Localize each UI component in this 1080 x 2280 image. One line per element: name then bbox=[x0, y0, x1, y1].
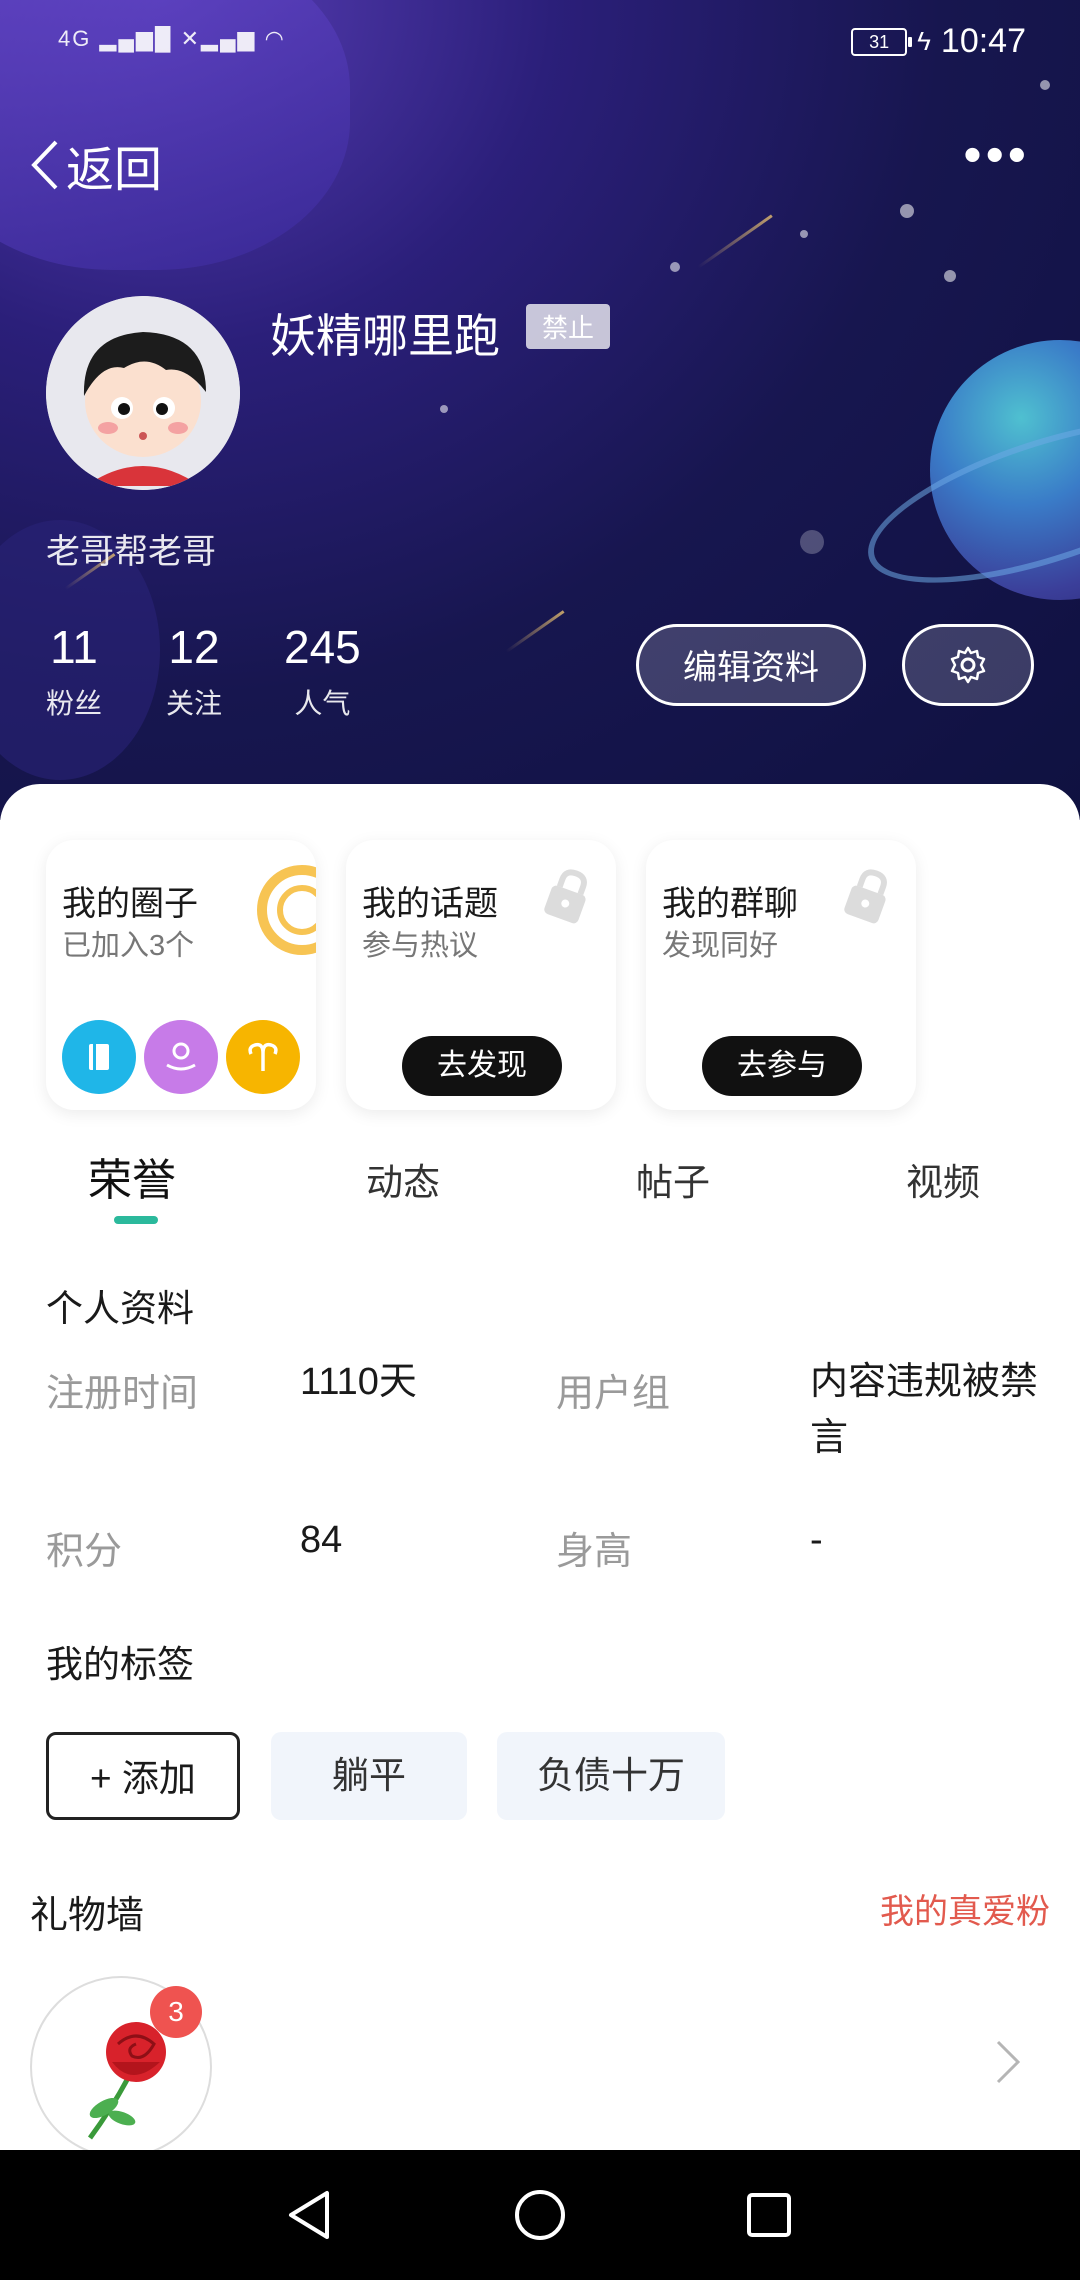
stat-label: 人气 bbox=[294, 688, 351, 719]
circles-card[interactable]: 我的圈子 已加入3个 bbox=[46, 840, 316, 1110]
triangle-back-icon bbox=[289, 2191, 329, 2239]
gift-wall-title: 礼物墙 bbox=[30, 1895, 145, 1937]
back-button[interactable]: 返回 bbox=[30, 130, 162, 200]
register-time-value: 1110天 bbox=[300, 1361, 417, 1403]
stat-popularity[interactable]: 245 人气 bbox=[284, 620, 361, 722]
card-subtitle: 参与热议 bbox=[362, 930, 479, 962]
book-icon[interactable] bbox=[62, 1020, 136, 1094]
network-label: 4G bbox=[58, 26, 92, 51]
stat-following[interactable]: 12 关注 bbox=[166, 620, 222, 722]
signal-indicator: 4G ▂▄▆█ ✕▂▄▆ ◠ bbox=[58, 26, 286, 52]
wifi-icon: ◠ bbox=[264, 26, 286, 51]
stat-label: 关注 bbox=[166, 688, 223, 719]
user-signature: 老哥帮老哥 bbox=[46, 533, 216, 571]
user-group-value: 内容违规被禁言 bbox=[810, 1361, 1039, 1459]
battery-icon: 31 bbox=[851, 27, 913, 56]
system-nav-bar bbox=[0, 2150, 1080, 2280]
profile-content: 我的圈子 已加入3个 我的话题 参与热议 去发现 我的群聊 发现同好 去参与 荣… bbox=[0, 784, 1080, 2158]
meteor-decor bbox=[697, 214, 773, 269]
signal-bars-icon: ▂▄▆█ ✕▂▄▆ bbox=[99, 26, 257, 51]
aries-glyph-icon bbox=[248, 1042, 278, 1071]
stat-label: 粉丝 bbox=[46, 688, 103, 719]
group-chat-card[interactable]: 我的群聊 发现同好 去参与 bbox=[646, 840, 916, 1110]
card-subtitle: 已加入3个 bbox=[62, 930, 195, 962]
nav-back-button[interactable] bbox=[274, 2180, 344, 2250]
stat-number: 12 bbox=[168, 621, 220, 673]
stat-number: 11 bbox=[50, 621, 98, 673]
gift-count-badge: 3 bbox=[150, 1986, 202, 2038]
star-decor bbox=[800, 230, 808, 238]
status-bar: 4G ▂▄▆█ ✕▂▄▆ ◠ 31 ϟ 10:47 bbox=[0, 22, 1080, 68]
clock: 10:47 bbox=[940, 22, 1026, 60]
stat-number: 245 bbox=[284, 621, 361, 673]
star-decor bbox=[670, 262, 680, 272]
star-decor bbox=[440, 405, 448, 413]
chevron-right-icon[interactable] bbox=[994, 2038, 1022, 2086]
more-dots-icon: ••• bbox=[963, 126, 1030, 184]
height-value: - bbox=[810, 1519, 823, 1561]
stat-followers[interactable]: 11 粉丝 bbox=[46, 620, 102, 722]
points-value: 84 bbox=[300, 1519, 343, 1561]
ring-decor-icon bbox=[257, 865, 316, 955]
card-title: 我的话题 bbox=[362, 885, 498, 923]
charging-icon: ϟ bbox=[917, 26, 931, 56]
tab-activity[interactable]: 动态 bbox=[366, 1152, 440, 1206]
register-time-label: 注册时间 bbox=[46, 1373, 199, 1415]
tab-indicator bbox=[114, 1216, 158, 1224]
card-title: 我的圈子 bbox=[62, 885, 198, 923]
book-glyph-icon bbox=[89, 1044, 109, 1070]
tab-videos[interactable]: 视频 bbox=[906, 1152, 980, 1206]
star-decor bbox=[944, 270, 956, 282]
tag-chip[interactable]: 负债十万 bbox=[497, 1732, 725, 1820]
nav-recents-button[interactable] bbox=[734, 2180, 804, 2250]
add-tag-button[interactable]: + 添加 bbox=[46, 1732, 240, 1820]
circle-home-icon bbox=[515, 2190, 565, 2240]
gear-icon bbox=[950, 646, 986, 684]
tab-posts[interactable]: 帖子 bbox=[636, 1152, 710, 1206]
topics-card[interactable]: 我的话题 参与热议 去发现 bbox=[346, 840, 616, 1110]
person-hand-icon[interactable] bbox=[144, 1020, 218, 1094]
personal-info-title: 个人资料 bbox=[46, 1288, 194, 1329]
square-recents-icon bbox=[747, 2193, 791, 2237]
join-button[interactable]: 去参与 bbox=[702, 1036, 862, 1096]
star-decor bbox=[900, 204, 914, 218]
status-badge: 禁止 bbox=[526, 304, 611, 349]
meteor-decor bbox=[505, 610, 565, 653]
card-subtitle: 发现同好 bbox=[662, 930, 779, 962]
chevron-left-icon bbox=[31, 140, 58, 190]
tab-honor[interactable]: 荣誉 bbox=[88, 1144, 176, 1208]
person-glyph-icon bbox=[166, 1042, 196, 1071]
aries-icon[interactable] bbox=[226, 1020, 300, 1094]
profile-header: 4G ▂▄▆█ ✕▂▄▆ ◠ 31 ϟ 10:47 返回 ••• 妖精哪里跑 禁… bbox=[0, 0, 1080, 820]
discover-button[interactable]: 去发现 bbox=[402, 1036, 562, 1096]
nav-home-button[interactable] bbox=[505, 2180, 575, 2250]
user-group-label: 用户组 bbox=[556, 1373, 671, 1415]
profile-tabs: 荣誉 动态 帖子 视频 bbox=[0, 1144, 1080, 1234]
lock-icon bbox=[844, 869, 887, 924]
points-label: 积分 bbox=[46, 1531, 123, 1573]
lock-icon bbox=[544, 869, 587, 924]
avatar[interactable] bbox=[46, 296, 240, 490]
true-fans-link[interactable]: 我的真爱粉 bbox=[880, 1884, 1050, 1933]
star-decor bbox=[800, 530, 824, 554]
height-label: 身高 bbox=[556, 1531, 633, 1573]
settings-button[interactable] bbox=[902, 624, 1034, 706]
card-title: 我的群聊 bbox=[662, 885, 798, 923]
my-tags-title: 我的标签 bbox=[46, 1644, 194, 1685]
edit-profile-button[interactable]: 编辑资料 bbox=[636, 624, 866, 706]
username: 妖精哪里跑 bbox=[270, 310, 500, 362]
cartoon-avatar-icon bbox=[46, 296, 240, 490]
star-decor bbox=[1040, 80, 1050, 90]
back-label: 返回 bbox=[66, 144, 163, 197]
status-right: 31 ϟ 10:47 bbox=[851, 22, 1026, 61]
tag-chip[interactable]: 躺平 bbox=[271, 1732, 467, 1820]
more-options-button[interactable]: ••• bbox=[963, 129, 1030, 181]
